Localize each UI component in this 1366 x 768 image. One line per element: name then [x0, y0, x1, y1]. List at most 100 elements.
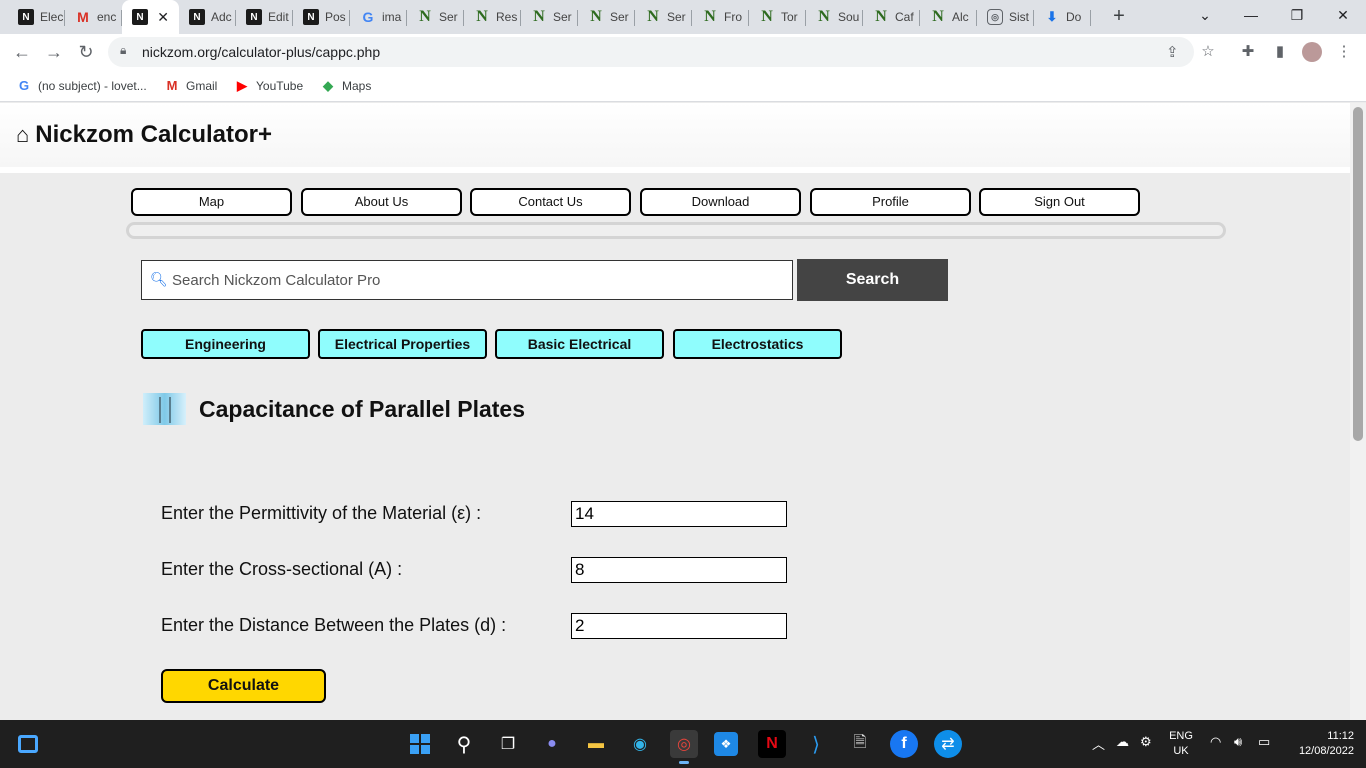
- reload-icon[interactable]: ↻: [74, 40, 98, 64]
- search-button[interactable]: Search: [797, 259, 948, 301]
- nav-map[interactable]: Map: [131, 188, 292, 216]
- python-icon[interactable]: 🗎︎: [846, 730, 874, 758]
- tab-title: Adc: [211, 10, 232, 24]
- nickzom-green-icon: N: [761, 8, 773, 25]
- browser-tab[interactable]: N ✕: [122, 0, 179, 34]
- tray-app-icon[interactable]: ⚙︎: [1140, 734, 1152, 750]
- browser-tab[interactable]: N Alc: [920, 0, 977, 34]
- browser-tab[interactable]: N Ser: [521, 0, 578, 34]
- browser-tab[interactable]: N Res: [464, 0, 521, 34]
- google-icon: G: [362, 9, 374, 25]
- download-icon: ⬇: [1046, 9, 1058, 24]
- search-taskbar-icon[interactable]: ⚲: [450, 730, 478, 758]
- menu-kebab-icon[interactable]: ⋮: [1334, 42, 1354, 62]
- site-title[interactable]: ⌂ Nickzom Calculator+: [16, 121, 272, 149]
- tab-search-icon[interactable]: ⌄: [1182, 0, 1228, 30]
- browser-tab[interactable]: N Caf: [863, 0, 920, 34]
- vscode-icon[interactable]: ⟩: [802, 730, 830, 758]
- close-window-button[interactable]: ✕: [1320, 0, 1366, 30]
- cross-sectional-input[interactable]: [571, 557, 787, 583]
- browser-tab[interactable]: N Tor: [749, 0, 806, 34]
- page-content: ⌂ Nickzom Calculator+ Map About Us Conta…: [0, 103, 1350, 720]
- category-electrical-properties[interactable]: Electrical Properties: [318, 329, 487, 359]
- category-basic-electrical[interactable]: Basic Electrical: [495, 329, 664, 359]
- chrome-icon[interactable]: ◎: [670, 730, 698, 764]
- category-electrostatics[interactable]: Electrostatics: [673, 329, 842, 359]
- browser-tab[interactable]: ◎ Sist: [977, 0, 1034, 34]
- nav-contact-us[interactable]: Contact Us: [470, 188, 631, 216]
- wifi-icon[interactable]: ◠: [1210, 734, 1221, 750]
- bookmark-item[interactable]: M Gmail: [164, 78, 218, 93]
- extensions-icon[interactable]: ✚: [1238, 42, 1258, 62]
- bookmark-label: Maps: [342, 79, 372, 93]
- forward-icon[interactable]: →: [42, 40, 66, 64]
- browser-tab[interactable]: N Sou: [806, 0, 863, 34]
- side-panel-icon[interactable]: ▮: [1270, 42, 1290, 62]
- profile-avatar[interactable]: [1302, 42, 1322, 62]
- browser-tab[interactable]: N Edit: [236, 0, 293, 34]
- onedrive-icon[interactable]: ☁︎: [1116, 734, 1129, 750]
- category-engineering[interactable]: Engineering: [141, 329, 310, 359]
- new-tab-button[interactable]: +: [1108, 6, 1130, 28]
- file-explorer-icon[interactable]: ▬: [582, 730, 610, 758]
- tray-chevron-icon[interactable]: ︿: [1092, 734, 1105, 753]
- netflix-icon[interactable]: N: [758, 730, 786, 758]
- page-scrollbar[interactable]: [1350, 103, 1366, 720]
- tab-title: Alc: [952, 10, 969, 24]
- browser-tab[interactable]: N Ser: [578, 0, 635, 34]
- minimize-button[interactable]: —: [1228, 0, 1274, 30]
- browser-tab[interactable]: ⬇ Do: [1034, 0, 1091, 34]
- bookmark-item[interactable]: ◆ Maps: [320, 78, 371, 94]
- facebook-icon[interactable]: f: [890, 730, 918, 758]
- nav-profile[interactable]: Profile: [810, 188, 971, 216]
- teamviewer-icon[interactable]: ⇄: [934, 730, 962, 758]
- battery-icon[interactable]: ▭: [1258, 734, 1270, 750]
- task-view-icon[interactable]: ❐: [494, 730, 522, 758]
- nav-about-us[interactable]: About Us: [301, 188, 462, 216]
- search-input[interactable]: [172, 269, 772, 291]
- bookmark-item[interactable]: ▶ YouTube: [234, 78, 303, 94]
- bookmark-star-icon[interactable]: ☆: [1198, 42, 1218, 62]
- browser-tab[interactable]: N Elec: [8, 0, 65, 34]
- bookmark-label: Gmail: [186, 78, 218, 93]
- edge-icon[interactable]: ◉: [626, 730, 654, 758]
- restore-button[interactable]: ❐: [1274, 0, 1320, 30]
- tab-title: ima: [382, 10, 402, 24]
- share-icon[interactable]: ⇪: [1166, 43, 1179, 61]
- close-tab-icon[interactable]: ✕: [157, 9, 169, 26]
- calculate-button[interactable]: Calculate: [161, 669, 326, 703]
- browser-tab[interactable]: N Pos: [293, 0, 350, 34]
- scrollbar-thumb[interactable]: [1353, 107, 1363, 441]
- start-icon[interactable]: [406, 730, 434, 758]
- region-code: UK: [1173, 745, 1189, 757]
- browser-tab[interactable]: Gima: [350, 0, 407, 34]
- address-bar[interactable]: 🔒︎ nickzom.org/calculator-plus/cappc.php…: [108, 37, 1194, 67]
- language-indicator[interactable]: ENG UK: [1166, 729, 1196, 759]
- back-icon[interactable]: ←: [10, 40, 34, 64]
- tab-title: Do: [1066, 10, 1082, 24]
- nickzom-green-icon: N: [476, 8, 488, 25]
- browser-tab[interactable]: N Ser: [635, 0, 692, 34]
- browser-tab[interactable]: N Adc: [179, 0, 236, 34]
- distance-label: Enter the Distance Between the Plates (d…: [161, 615, 507, 635]
- nickzom-icon: N: [18, 9, 34, 25]
- tab-title: Sist: [1009, 10, 1030, 24]
- clock[interactable]: 11:12 12/08/2022: [1286, 729, 1354, 759]
- browser-tab[interactable]: N Ser: [407, 0, 464, 34]
- gmail-icon: M: [77, 9, 89, 25]
- browser-tab[interactable]: Menc: [65, 0, 122, 34]
- permittivity-input[interactable]: [571, 501, 787, 527]
- nav-download[interactable]: Download: [640, 188, 801, 216]
- chat-icon[interactable]: ●: [538, 730, 566, 758]
- search-box: 🔍︎: [141, 260, 793, 300]
- dropbox-icon[interactable]: ❖: [714, 732, 738, 756]
- widgets-icon[interactable]: [14, 730, 42, 758]
- bookmark-item[interactable]: G (no subject) - lovet...: [16, 78, 147, 93]
- distance-input[interactable]: [571, 613, 787, 639]
- permittivity-label: Enter the Permittivity of the Material (…: [161, 503, 482, 523]
- nav-sign-out[interactable]: Sign Out: [979, 188, 1140, 216]
- volume-icon[interactable]: 🔊︎: [1234, 734, 1242, 750]
- browser-tab[interactable]: N Fro: [692, 0, 749, 34]
- tab-title: Fro: [724, 10, 742, 24]
- site-header: ⌂ Nickzom Calculator+: [0, 103, 1350, 173]
